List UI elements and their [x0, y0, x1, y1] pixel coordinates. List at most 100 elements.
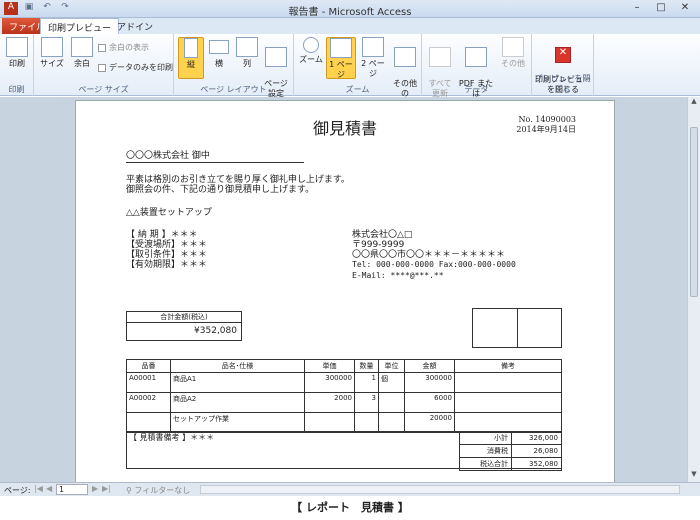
minimize-button[interactable]: – [626, 1, 648, 15]
total-amount-value: ¥352,080 [194, 326, 237, 336]
subtotal-label: 小計 [459, 431, 512, 445]
printer-icon [6, 37, 28, 57]
figure-caption: 【 レポート 見積書 】 [291, 501, 409, 514]
close-window-button[interactable]: ✕ [674, 1, 696, 15]
cell-unit [378, 412, 405, 433]
title-bar: A ▣ ↶ ↷ 報告書 - Microsoft Access – □ ✕ [0, 0, 700, 18]
cell-amount: 20000 [404, 412, 455, 433]
term-conditions: 【取引条件】＊＊＊ [126, 250, 208, 260]
prev-page-icon[interactable]: ◀ [46, 484, 52, 493]
maximize-button[interactable]: □ [650, 1, 672, 15]
term-place: 【受渡場所】＊＊＊ [126, 240, 208, 250]
horizontal-scrollbar[interactable] [200, 485, 680, 494]
subject: △△装置セットアップ [126, 208, 212, 218]
two-page-button[interactable]: 2 ページ [358, 37, 388, 79]
portrait-button[interactable]: 縦 [178, 37, 204, 79]
filter-status-label: フィルターなし [134, 486, 191, 495]
header-item-name: 品名･仕様 [170, 359, 305, 373]
pdf-icon [465, 47, 487, 67]
vertical-scrollbar[interactable]: ▲ ▼ [687, 97, 700, 482]
ribbon: 印刷 印刷 サイズ 余白 余白の表示 データのみを印刷 ページ サイズ 縦 横 … [0, 34, 700, 108]
cell-unit-price: 2000 [304, 392, 355, 413]
scroll-down-icon[interactable]: ▼ [688, 470, 700, 482]
page-number-input[interactable]: 1 [56, 484, 88, 495]
filter-status[interactable]: ⚲ フィルターなし [126, 485, 190, 496]
window-title: 報告書 - Microsoft Access [288, 7, 412, 18]
cell-unit-price [304, 412, 355, 433]
term-validity: 【有効期限】＊＊＊ [126, 260, 208, 270]
header-unit: 単位 [378, 359, 405, 373]
portrait-label: 縦 [187, 60, 195, 69]
term-delivery: 【 納 期 】＊＊＊ [126, 230, 198, 240]
columns-button[interactable]: 列 [234, 37, 260, 69]
stamp-box [472, 308, 562, 348]
zoom-label: ズーム [299, 55, 323, 64]
size-button[interactable]: サイズ [38, 37, 66, 69]
landscape-icon [209, 40, 229, 54]
multi-page-icon [394, 47, 416, 67]
scroll-thumb[interactable] [690, 127, 698, 297]
table-row: セットアップ作業 20000 [126, 412, 562, 433]
cell-item-name: セットアップ作業 [170, 412, 305, 433]
one-page-button[interactable]: 1 ページ [326, 37, 356, 79]
size-label: サイズ [40, 59, 64, 68]
last-page-icon[interactable]: ▶| [102, 484, 111, 493]
table-row: A00001 商品A1 300000 1 個 300000 [126, 372, 562, 393]
group-print-label: 印刷 [8, 85, 25, 94]
print-button[interactable]: 印刷 [4, 37, 30, 69]
grand-total-label: 税込合計 [459, 457, 512, 471]
zoom-button[interactable]: ズーム [298, 37, 324, 65]
group-page-layout-label: ページ レイアウト [200, 85, 267, 94]
scroll-up-icon[interactable]: ▲ [688, 97, 700, 109]
company-address: 〇〇県〇〇市〇〇＊＊＊－＊＊＊＊＊ [352, 250, 506, 260]
greeting-line-1: 平素は格別のお引き立てを賜り厚く御礼申し上げます。 [126, 175, 350, 185]
notes-box: 【 見積書備考 】＊＊＊ 小計 326,000 消費税 26,080 税込合計 … [126, 431, 562, 471]
cell-unit [378, 392, 405, 413]
group-page-layout: 縦 横 列 ページ 設定 ページ レイアウト [174, 34, 294, 98]
header-qty: 数量 [354, 359, 379, 373]
cell-item-no [126, 412, 171, 433]
cell-qty: 1 [354, 372, 379, 393]
group-close-preview-label: プレビューを閉じる [534, 74, 591, 94]
margin-button[interactable]: 余白 [68, 37, 96, 69]
export-icon [502, 37, 524, 57]
portrait-icon [184, 38, 198, 58]
recipient: 〇〇〇株式会社 御中 [126, 151, 304, 163]
cell-qty: 3 [354, 392, 379, 413]
data-only-label: データのみを印刷 [109, 63, 173, 72]
close-red-x-icon: ✕ [555, 47, 571, 63]
refresh-icon [429, 47, 451, 67]
cell-unit: 個 [378, 372, 405, 393]
cell-item-name: 商品A2 [170, 392, 305, 413]
group-print: 印刷 印刷 [0, 34, 34, 96]
ribbon-tabs: ファイル 印刷プレビュー アドイン [0, 18, 700, 34]
show-margin-checkbox[interactable]: 余白の表示 [98, 42, 149, 53]
items-header-row: 品番 品名･仕様 単価 数量 単位 金額 備考 [126, 359, 562, 373]
show-margin-label: 余白の表示 [109, 43, 149, 52]
data-only-checkbox[interactable]: データのみを印刷 [98, 62, 173, 73]
stamp-divider [517, 309, 518, 347]
landscape-label: 横 [215, 59, 223, 68]
preview-workspace: 御見積書 No. 14090003 2014年9月14日 〇〇〇株式会社 御中 … [0, 97, 687, 482]
grand-total-value: 352,080 [511, 457, 562, 471]
record-navigation-bar: ページ: |◀ ◀ 1 ▶ ▶| ⚲ フィルターなし [0, 482, 700, 496]
doc-number: No. 14090003 [518, 115, 576, 124]
next-page-icon[interactable]: ▶ [92, 484, 98, 493]
two-page-icon [362, 37, 384, 57]
tab-addin[interactable]: アドイン [110, 18, 160, 34]
notes-text: 【 見積書備考 】＊＊＊ [129, 433, 215, 442]
cell-amount: 300000 [404, 372, 455, 393]
landscape-button[interactable]: 横 [206, 37, 232, 69]
greeting-line-2: 御照会の件、下記の通り御見積申し上げます。 [126, 185, 315, 195]
cell-remarks [454, 412, 562, 433]
one-page-icon [330, 38, 352, 58]
tab-print-preview[interactable]: 印刷プレビュー [40, 18, 120, 34]
page-size-icon [41, 37, 63, 57]
tax-label: 消費税 [459, 444, 512, 458]
cell-qty [354, 412, 379, 433]
first-page-icon[interactable]: |◀ [34, 484, 43, 493]
cell-item-name: 商品A1 [170, 372, 305, 393]
subtotal-row: 小計 326,000 [459, 431, 562, 445]
doc-date: 2014年9月14日 [516, 125, 576, 134]
other-export-button[interactable]: その他 [498, 37, 528, 69]
